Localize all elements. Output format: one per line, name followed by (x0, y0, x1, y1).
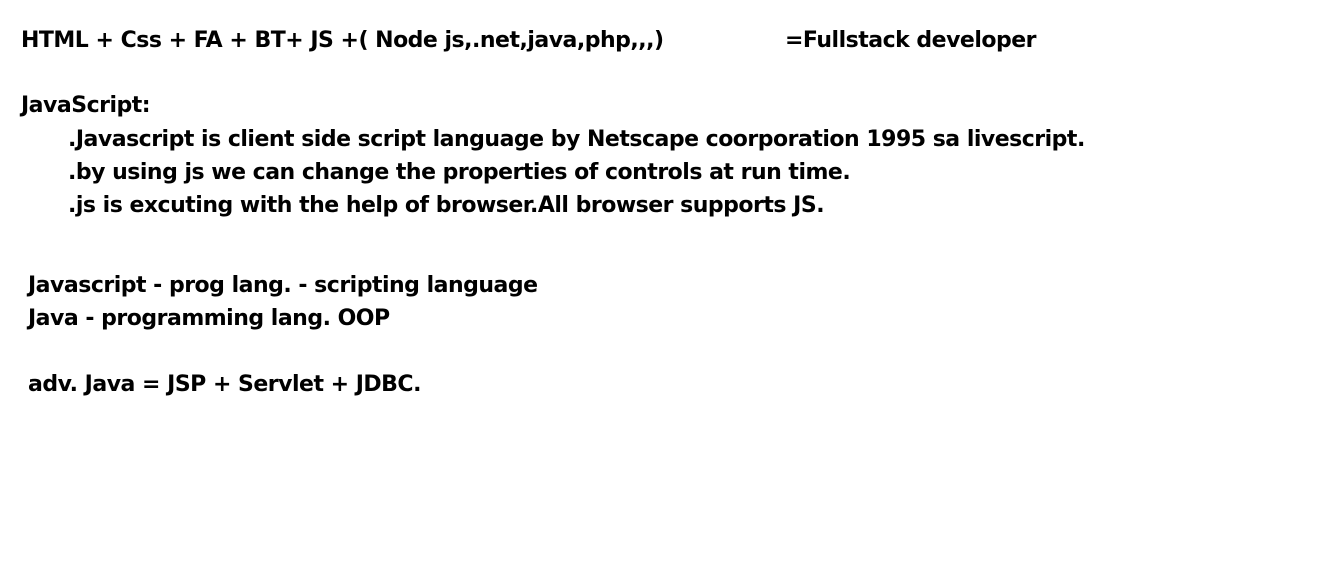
javascript-point: .Javascript is client side script langua… (68, 127, 1085, 152)
javascript-section-title: JavaScript: (21, 93, 151, 118)
javascript-point: .by using js we can change the propertie… (68, 160, 851, 185)
fullstack-formula: HTML + Css + FA + BT+ JS +( Node js,.net… (21, 28, 664, 53)
advanced-java-line: adv. Java = JSP + Servlet + JDBC. (28, 372, 421, 397)
notes-canvas: HTML + Css + FA + BT+ JS +( Node js,.net… (0, 0, 1343, 587)
comparison-line-javascript: Javascript - prog lang. - scripting lang… (28, 273, 538, 298)
comparison-line-java: Java - programming lang. OOP (28, 306, 390, 331)
fullstack-result: =Fullstack developer (785, 28, 1037, 53)
javascript-point: .js is excuting with the help of browser… (68, 193, 825, 218)
